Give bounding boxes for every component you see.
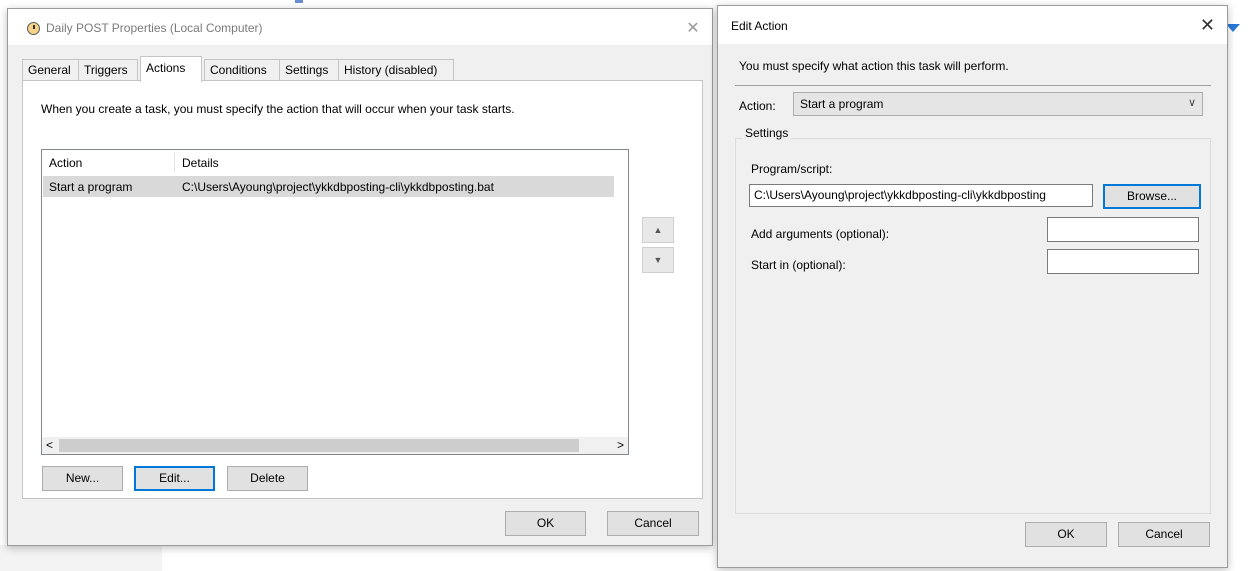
dialog-title: Edit Action: [731, 19, 788, 33]
program-script-input[interactable]: C:\Users\Ayoung\project\ykkdbposting-cli…: [749, 184, 1093, 207]
column-divider[interactable]: [174, 152, 175, 172]
tab-general[interactable]: General: [22, 59, 79, 81]
start-in-label: Start in (optional):: [751, 258, 846, 272]
tab-conditions[interactable]: Conditions: [204, 59, 280, 81]
dialog-title: Daily POST Properties (Local Computer): [46, 21, 263, 35]
divider: [735, 85, 1211, 86]
arguments-label: Add arguments (optional):: [751, 227, 890, 241]
edit-button[interactable]: Edit...: [134, 466, 215, 491]
instruction-text: You must specify what action this task w…: [739, 59, 1009, 73]
edit-action-dialog: Edit Action ✕ You must specify what acti…: [717, 5, 1228, 568]
cancel-button[interactable]: Cancel: [607, 511, 699, 536]
row-details-cell: C:\Users\Ayoung\project\ykkdbposting-cli…: [182, 180, 494, 194]
table-row[interactable]: Start a program C:\Users\Ayoung\project\…: [43, 176, 614, 197]
column-header-action[interactable]: Action: [49, 156, 82, 170]
start-in-input[interactable]: [1047, 249, 1199, 274]
move-down-button[interactable]: ▼: [642, 247, 674, 273]
close-icon[interactable]: ✕: [684, 18, 702, 38]
action-select[interactable]: Start a program ∨: [793, 92, 1203, 116]
arguments-input[interactable]: [1047, 217, 1199, 242]
program-script-label: Program/script:: [751, 162, 833, 176]
settings-legend: Settings: [743, 126, 791, 140]
task-scheduler-icon: [27, 22, 40, 35]
ok-button[interactable]: OK: [1025, 522, 1107, 547]
close-icon[interactable]: ✕: [1200, 15, 1215, 36]
action-label: Action:: [739, 99, 776, 113]
background-accent: [295, 0, 303, 3]
scroll-right-icon[interactable]: >: [617, 438, 624, 452]
actions-intro-text: When you create a task, you must specify…: [41, 102, 515, 116]
action-select-value: Start a program: [800, 97, 884, 111]
browse-button[interactable]: Browse...: [1103, 184, 1201, 209]
tab-history[interactable]: History (disabled): [338, 59, 454, 81]
background-panel: [0, 545, 162, 571]
background-dropdown-arrow-icon: [1226, 24, 1240, 32]
title-bar: Daily POST Properties (Local Computer) ✕: [8, 9, 712, 45]
tab-triggers[interactable]: Triggers: [78, 59, 138, 81]
new-button[interactable]: New...: [42, 466, 123, 491]
delete-button[interactable]: Delete: [227, 466, 308, 491]
cancel-button[interactable]: Cancel: [1118, 522, 1210, 547]
column-header-details[interactable]: Details: [182, 156, 219, 170]
actions-tab-panel: When you create a task, you must specify…: [22, 80, 703, 499]
list-header: Action Details: [42, 150, 628, 174]
actions-list[interactable]: Action Details Start a program C:\Users\…: [41, 149, 629, 455]
tab-settings[interactable]: Settings: [279, 59, 339, 81]
chevron-down-icon[interactable]: ∨: [1188, 96, 1196, 109]
task-properties-dialog: Daily POST Properties (Local Computer) ✕…: [7, 8, 713, 546]
horizontal-scrollbar[interactable]: < >: [42, 437, 628, 454]
row-action-cell: Start a program: [49, 180, 133, 194]
title-bar: Edit Action ✕: [718, 6, 1227, 44]
move-up-button[interactable]: ▲: [642, 217, 674, 243]
scrollbar-thumb[interactable]: [59, 439, 579, 452]
tab-actions[interactable]: Actions: [140, 56, 202, 82]
ok-button[interactable]: OK: [505, 511, 586, 536]
scroll-left-icon[interactable]: <: [46, 438, 53, 452]
